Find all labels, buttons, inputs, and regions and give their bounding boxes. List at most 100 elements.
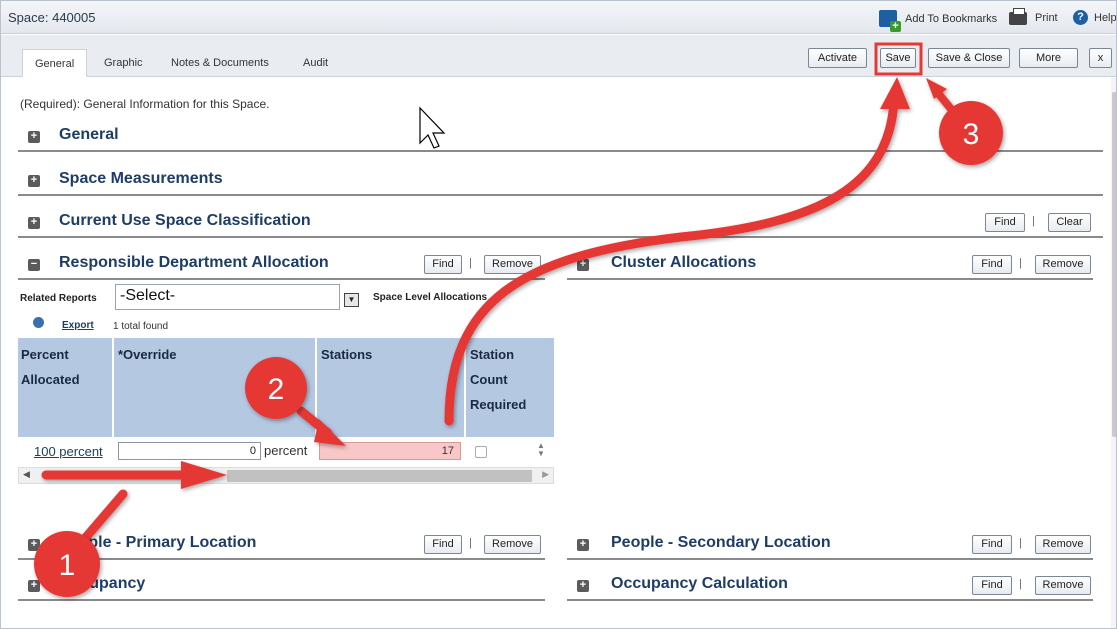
expand-icon[interactable]: + — [28, 580, 40, 592]
help-label: Help — [1094, 11, 1117, 24]
tab-general[interactable]: General — [22, 49, 88, 77]
find-button[interactable]: Find — [972, 535, 1012, 554]
section-title: People - Primary Location — [59, 534, 257, 551]
expand-icon[interactable]: + — [577, 539, 589, 551]
print-label: Print — [1035, 11, 1058, 24]
section-cluster-allocations[interactable]: + Cluster Allocations Find | Remove — [567, 250, 1093, 280]
section-title: Cluster Allocations — [611, 254, 757, 271]
section-title: Space Measurements — [59, 170, 223, 187]
separator: | — [1019, 537, 1022, 549]
find-button[interactable]: Find — [972, 255, 1012, 274]
separator: | — [1019, 257, 1022, 269]
section-title: Occupancy — [59, 575, 146, 592]
related-reports-select[interactable]: -Select- — [115, 284, 340, 310]
printer-icon — [1009, 8, 1027, 25]
remove-button[interactable]: Remove — [484, 255, 541, 274]
col-header-override[interactable]: *Override — [115, 338, 315, 437]
col-divider — [464, 338, 466, 437]
col-header-station-count[interactable]: Station Count Required — [467, 338, 554, 437]
export-icon[interactable] — [33, 317, 44, 328]
find-button[interactable]: Find — [985, 213, 1025, 232]
stations-input[interactable]: 17 — [319, 442, 461, 460]
add-to-bookmarks-link[interactable]: Add To Bookmarks — [879, 10, 998, 32]
col-header-line: Stations — [321, 347, 373, 362]
expand-icon[interactable]: + — [28, 175, 40, 187]
percent-unit-label: percent — [264, 443, 308, 458]
percent-allocated-link[interactable]: 100 percent — [34, 444, 103, 459]
more-button[interactable]: More — [1019, 48, 1078, 68]
save-close-button[interactable]: Save & Close — [928, 48, 1010, 68]
main-content: (Required): General Information for this… — [1, 78, 1116, 628]
total-found-count: 1 total found — [113, 321, 169, 332]
horizontal-scrollbar[interactable]: ◀ ▶ — [18, 467, 554, 484]
col-divider — [112, 338, 114, 437]
title-bar: Space: 440005 Add To Bookmarks Print ? H… — [1, 1, 1117, 34]
section-title: Current Use Space Classification — [59, 212, 311, 229]
expand-icon[interactable]: + — [28, 131, 40, 143]
separator: | — [469, 537, 472, 549]
section-title: Responsible Department Allocation — [59, 254, 329, 271]
activate-button[interactable]: Activate — [808, 48, 867, 68]
allocation-grid-header: Percent Allocated *Override Stations Sta… — [18, 338, 554, 437]
col-header-line: *Override — [118, 347, 177, 362]
scrollbar-thumb[interactable] — [1112, 92, 1116, 437]
section-occupancy-calculation[interactable]: + Occupancy Calculation Find | Remove — [567, 571, 1093, 601]
separator: | — [1019, 578, 1022, 590]
section-general[interactable]: + General — [18, 122, 1103, 152]
section-current-use[interactable]: + Current Use Space Classification Find … — [18, 208, 1103, 238]
space-level-allocations-label: Space Level Allocations — [373, 292, 488, 303]
section-occupancy[interactable]: + Occupancy — [18, 571, 545, 601]
scrollbar-thumb[interactable] — [227, 470, 532, 482]
dropdown-arrow-icon[interactable]: ▼ — [344, 293, 359, 307]
section-space-measurements[interactable]: + Space Measurements — [18, 166, 1103, 196]
remove-button[interactable]: Remove — [1035, 576, 1091, 595]
separator: | — [469, 257, 472, 269]
scroll-right-icon[interactable]: ▶ — [542, 469, 549, 480]
section-title: Occupancy Calculation — [611, 575, 788, 592]
tab-notes-documents[interactable]: Notes & Documents — [159, 49, 281, 77]
section-people-primary[interactable]: + People - Primary Location Find | Remov… — [18, 530, 545, 560]
related-reports-label: Related Reports — [20, 293, 97, 304]
space-window: Space: 440005 Add To Bookmarks Print ? H… — [0, 0, 1117, 629]
override-input[interactable]: 0 — [118, 442, 261, 460]
remove-button[interactable]: Remove — [1035, 255, 1091, 274]
col-header-line: Required — [470, 397, 527, 412]
expand-icon[interactable]: + — [577, 580, 589, 592]
help-link[interactable]: ? Help — [1073, 10, 1117, 25]
expand-icon[interactable]: + — [28, 539, 40, 551]
tab-graphic[interactable]: Graphic — [92, 49, 155, 77]
add-to-bookmarks-label: Add To Bookmarks — [905, 12, 998, 25]
col-header-percent[interactable]: Percent Allocated — [18, 338, 113, 437]
find-button[interactable]: Find — [424, 535, 462, 554]
station-count-required-checkbox[interactable] — [475, 446, 487, 458]
tab-bar: General Graphic Notes & Documents Audit … — [1, 35, 1116, 77]
window-title: Space: 440005 — [8, 10, 96, 25]
required-info-text: (Required): General Information for this… — [20, 97, 270, 111]
section-people-secondary[interactable]: + People - Secondary Location Find | Rem… — [567, 530, 1093, 560]
tab-audit[interactable]: Audit — [291, 49, 340, 77]
clear-button[interactable]: Clear — [1048, 213, 1091, 232]
col-divider — [315, 338, 317, 437]
vertical-scrollbar[interactable] — [1111, 78, 1116, 628]
scroll-left-icon[interactable]: ◀ — [23, 469, 30, 480]
help-icon: ? — [1073, 10, 1088, 25]
row-spinner-icon[interactable]: ▲ ▼ — [537, 442, 545, 458]
remove-button[interactable]: Remove — [1035, 535, 1091, 554]
collapse-icon[interactable]: − — [28, 259, 40, 271]
save-button[interactable]: Save — [880, 48, 916, 68]
remove-button[interactable]: Remove — [484, 535, 541, 554]
section-title: General — [59, 126, 119, 143]
col-header-stations[interactable]: Stations — [318, 338, 463, 437]
print-link[interactable]: Print — [1009, 8, 1058, 25]
expand-icon[interactable]: + — [28, 217, 40, 229]
col-header-line: Allocated — [21, 372, 80, 387]
export-link[interactable]: Export — [62, 320, 94, 331]
section-title: People - Secondary Location — [611, 534, 831, 551]
separator: | — [1032, 215, 1035, 227]
find-button[interactable]: Find — [972, 576, 1012, 595]
section-dept-allocation[interactable]: − Responsible Department Allocation Find… — [18, 250, 545, 280]
find-button[interactable]: Find — [424, 255, 462, 274]
bookmark-add-icon — [879, 10, 901, 32]
expand-icon[interactable]: + — [577, 259, 589, 271]
close-button[interactable]: x — [1089, 48, 1112, 68]
